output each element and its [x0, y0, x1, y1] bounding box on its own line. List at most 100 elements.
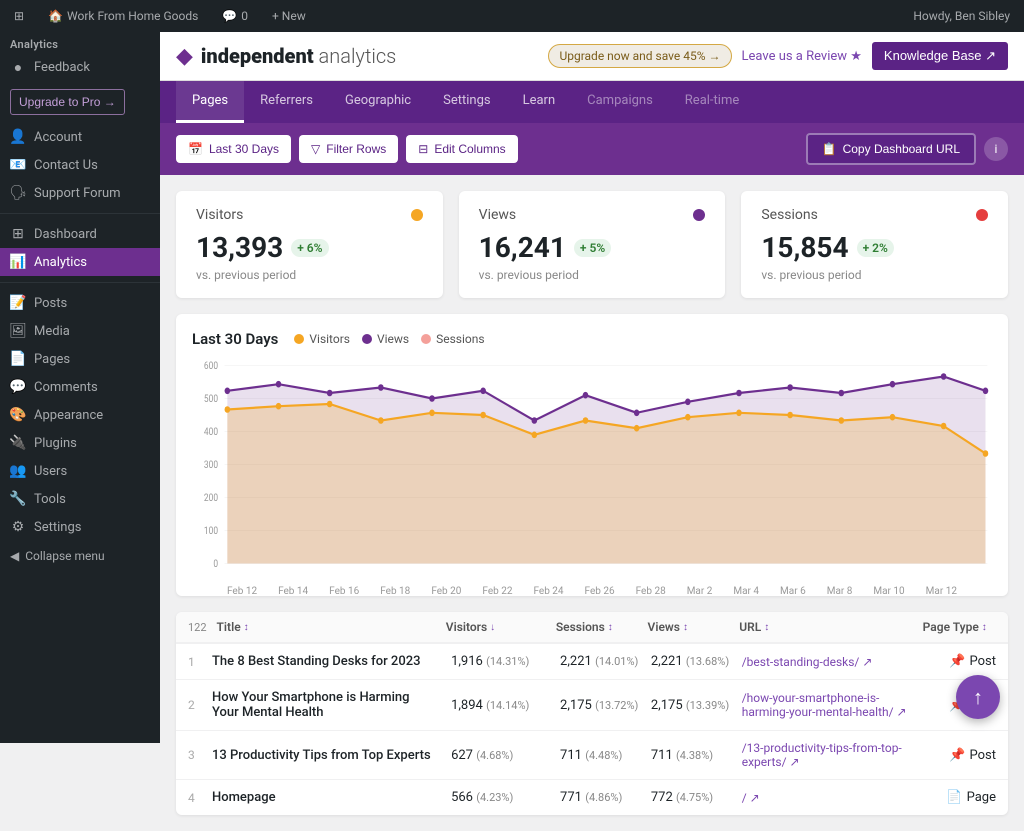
- sidebar-item-comments[interactable]: 💬 Comments: [0, 373, 160, 401]
- th-views[interactable]: Views ↕: [648, 620, 740, 634]
- nav-tabs: Pages Referrers Geographic Settings Lear…: [160, 81, 1024, 123]
- tab-referrers[interactable]: Referrers: [244, 81, 329, 123]
- sidebar-item-pages[interactable]: 📄 Pages: [0, 345, 160, 373]
- collapse-menu-button[interactable]: ◀ Collapse menu: [0, 541, 160, 571]
- sidebar-item-feedback[interactable]: ● Feedback: [0, 53, 160, 81]
- legend-views: Views: [362, 332, 409, 346]
- tab-geographic-label: Geographic: [345, 93, 411, 108]
- row-4-url[interactable]: / ↗: [742, 791, 924, 805]
- sidebar-item-appearance[interactable]: 🎨 Appearance: [0, 401, 160, 429]
- svg-text:500: 500: [204, 394, 218, 405]
- th-title[interactable]: Title ↕: [217, 620, 446, 634]
- info-icon[interactable]: i: [984, 137, 1008, 161]
- th-title-sort-icon: ↕: [244, 622, 249, 633]
- tab-campaigns[interactable]: Campaigns: [571, 81, 669, 123]
- row-1-views-val: 2,221: [651, 654, 683, 669]
- row-2-num: 2: [188, 698, 212, 712]
- sidebar-item-contact-us[interactable]: 📧 Contact Us: [0, 151, 160, 179]
- tab-settings[interactable]: Settings: [427, 81, 506, 123]
- row-1-title: The 8 Best Standing Desks for 2023: [212, 654, 451, 669]
- new-label: + New: [272, 9, 306, 23]
- knowledge-base-button[interactable]: Knowledge Base ↗: [872, 42, 1008, 70]
- tab-settings-label: Settings: [443, 93, 490, 108]
- leave-review-button[interactable]: Leave us a Review ★: [742, 49, 862, 64]
- greeting-text: Howdy, Ben Sibley: [913, 9, 1010, 23]
- upgrade-badge[interactable]: Upgrade now and save 45% →: [548, 44, 731, 68]
- sidebar-item-plugins[interactable]: 🔌 Plugins: [0, 429, 160, 457]
- row-3-title: 13 Productivity Tips from Top Experts: [212, 748, 451, 763]
- upgrade-label: Upgrade to Pro →: [19, 95, 116, 109]
- row-4-sessions-pct: (4.86%): [585, 791, 622, 804]
- filter-rows-button[interactable]: ▽ Filter Rows: [299, 135, 398, 163]
- sidebar-item-settings[interactable]: ⚙ Settings: [0, 513, 160, 541]
- analytics-section-label: Analytics: [0, 32, 160, 53]
- feedback-icon: ●: [10, 59, 26, 75]
- row-2-views-val: 2,175: [651, 698, 683, 713]
- sidebar-item-dashboard[interactable]: ⊞ Dashboard: [0, 220, 160, 248]
- row-4-sessions-val: 771: [560, 790, 582, 805]
- views-number: 16,241: [479, 231, 566, 264]
- visitors-number: 13,393: [196, 231, 283, 264]
- x-label-feb14: Feb 14: [278, 586, 308, 597]
- th-visitors[interactable]: Visitors ↓: [446, 620, 556, 634]
- sidebar-item-tools[interactable]: 🔧 Tools: [0, 485, 160, 513]
- sidebar-account-label: Account: [34, 130, 82, 145]
- row-1-url[interactable]: /best-standing-desks/ ↗: [742, 655, 924, 669]
- date-range-button[interactable]: 📅 Last 30 Days: [176, 135, 291, 163]
- x-label-feb18: Feb 18: [380, 586, 410, 597]
- admin-bar-wp-icon[interactable]: ⊞: [8, 0, 30, 32]
- support-icon: 🗣: [10, 185, 26, 201]
- x-label-mar6: Mar 6: [780, 586, 806, 597]
- chart-header: Last 30 Days Visitors Views Sessions: [192, 330, 992, 348]
- admin-bar-site-name[interactable]: 🏠 Work From Home Goods: [42, 0, 204, 32]
- sidebar-item-media[interactable]: 🖼 Media: [0, 317, 160, 345]
- sidebar-item-support-forum[interactable]: 🗣 Support Forum: [0, 179, 160, 207]
- visitors-change: + 6%: [291, 239, 328, 257]
- sidebar-item-account[interactable]: 👤 Account: [0, 123, 160, 151]
- row-1-type-label: Post: [970, 654, 997, 669]
- th-url[interactable]: URL ↕: [739, 620, 922, 634]
- copy-url-button[interactable]: 📋 Copy Dashboard URL: [806, 133, 976, 165]
- row-3-url[interactable]: /13-productivity-tips-from-top-experts/ …: [742, 741, 924, 769]
- collapse-icon: ◀: [10, 549, 19, 563]
- sidebar-divider-1: [0, 213, 160, 214]
- tab-pages[interactable]: Pages: [176, 81, 244, 123]
- tab-real-time[interactable]: Real-time: [669, 81, 755, 123]
- row-1-sessions-val: 2,221: [560, 654, 592, 669]
- legend-views-label: Views: [377, 332, 409, 346]
- appearance-icon: 🎨: [10, 407, 26, 423]
- sidebar-item-posts[interactable]: 📝 Posts: [0, 289, 160, 317]
- th-page-type[interactable]: Page Type ↕: [923, 620, 996, 634]
- sidebar-tools-label: Tools: [34, 492, 66, 507]
- table-row: 2 How Your Smartphone is Harming Your Me…: [176, 680, 1008, 731]
- admin-bar-comments[interactable]: 💬 0: [216, 0, 254, 32]
- legend-sessions-label: Sessions: [436, 332, 484, 346]
- visitors-prev: vs. previous period: [196, 268, 423, 282]
- th-sessions[interactable]: Sessions ↕: [556, 620, 648, 634]
- plugins-icon: 🔌: [10, 435, 26, 451]
- row-4-visitors-pct: (4.23%): [476, 791, 513, 804]
- user-greeting[interactable]: Howdy, Ben Sibley: [907, 0, 1016, 32]
- sidebar-appearance-label: Appearance: [34, 408, 103, 423]
- admin-bar-new[interactable]: + New: [266, 0, 312, 32]
- th-title-label: Title: [217, 620, 241, 634]
- x-label-feb12: Feb 12: [227, 586, 257, 597]
- table-row: 4 Homepage 566 (4.23%) 771 (4.86%) 772 (…: [176, 780, 1008, 815]
- admin-bar: ⊞ 🏠 Work From Home Goods 💬 0 + New Howdy…: [0, 0, 1024, 32]
- admin-bar-right: Howdy, Ben Sibley: [907, 0, 1016, 32]
- chart-svg: 600 500 400 300 200 100 0: [192, 360, 992, 580]
- tab-geographic[interactable]: Geographic: [329, 81, 427, 123]
- edit-columns-button[interactable]: ⊟ Edit Columns: [406, 135, 517, 163]
- table-row: 1 The 8 Best Standing Desks for 2023 1,9…: [176, 644, 1008, 680]
- tab-learn[interactable]: Learn: [507, 81, 572, 123]
- row-3-views: 711 (4.38%): [651, 748, 742, 763]
- row-2-url[interactable]: /how-your-smartphone-is-harming-your-men…: [742, 691, 924, 719]
- sidebar-item-analytics[interactable]: 📊 Analytics: [0, 248, 160, 276]
- scroll-to-top-button[interactable]: ↑: [956, 675, 1000, 719]
- x-label-feb24: Feb 24: [533, 586, 563, 597]
- table-row: 3 13 Productivity Tips from Top Experts …: [176, 731, 1008, 780]
- table-count: 122: [188, 621, 207, 634]
- sidebar-item-users[interactable]: 👥 Users: [0, 457, 160, 485]
- account-icon: 👤: [10, 129, 26, 145]
- upgrade-to-pro-button[interactable]: Upgrade to Pro →: [10, 89, 125, 115]
